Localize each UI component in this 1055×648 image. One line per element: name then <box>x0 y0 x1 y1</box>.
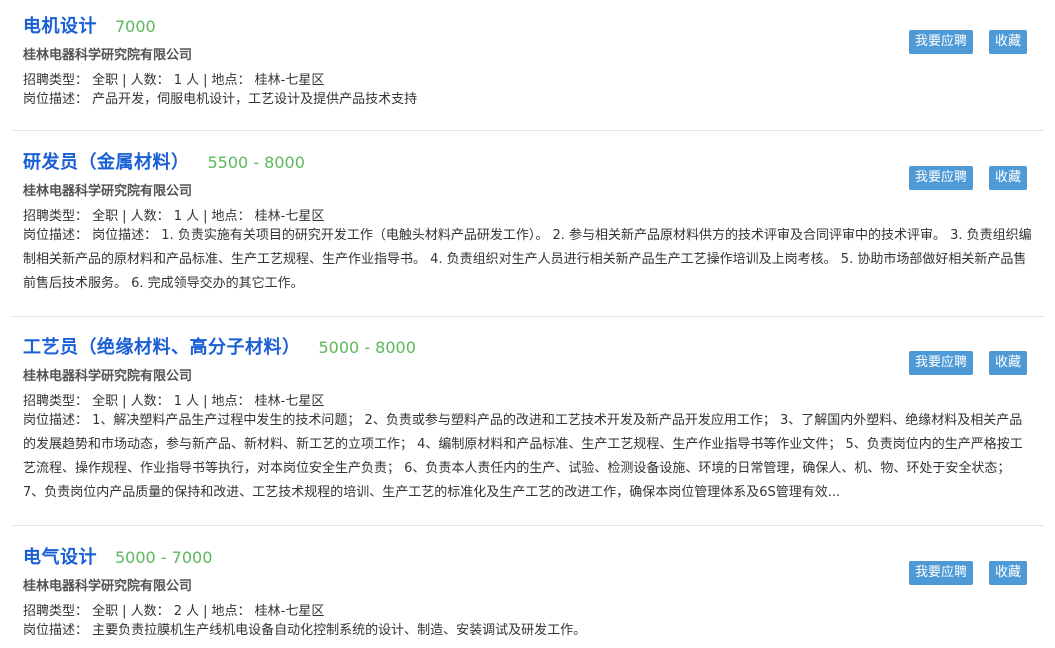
job-meta: 招聘类型： 全职 | 人数： 1 人 | 地点： 桂林-七星区 <box>23 205 324 224</box>
job-title-link[interactable]: 电气设计 <box>23 547 97 568</box>
job-location-label: 地点： <box>211 209 251 224</box>
meta-separator: | <box>122 394 127 409</box>
job-type-label: 招聘类型： <box>23 73 89 88</box>
job-divider <box>12 316 1043 317</box>
job-title-row: 研发员（金属材料） 5500 - 8000 <box>23 148 305 178</box>
job-desc-text: 1、解决塑料产品生产过程中发生的技术问题； 2、负责或参与塑料产品的改进和工艺技… <box>23 413 1023 500</box>
job-type-label: 招聘类型： <box>23 604 89 619</box>
job-item: 电机设计 7000 桂林电器科学研究院有限公司 招聘类型： 全职 | 人数： 1 人 |… <box>0 12 1055 130</box>
meta-separator: | <box>122 209 127 224</box>
job-desc-text: 岗位描述： 1. 负责实施有关项目的研究开发工作（电触头材料产品研发工作）。 2… <box>23 228 1032 291</box>
job-location-value: 桂林-七星区 <box>254 209 325 224</box>
job-meta: 招聘类型： 全职 | 人数： 2 人 | 地点： 桂林-七星区 <box>23 600 324 619</box>
apply-button[interactable]: 我要应聘 <box>909 30 974 54</box>
job-salary: 5500 - 8000 <box>207 153 305 172</box>
job-count-value: 1 人 <box>173 394 200 409</box>
job-type-label: 招聘类型： <box>23 394 89 409</box>
job-salary: 5000 - 7000 <box>115 548 213 567</box>
job-meta: 招聘类型： 全职 | 人数： 1 人 | 地点： 桂林-七星区 <box>23 69 324 88</box>
job-divider <box>12 130 1043 131</box>
apply-button[interactable]: 我要应聘 <box>909 166 974 190</box>
job-location-label: 地点： <box>211 73 251 88</box>
job-item: 电气设计 5000 - 7000 桂林电器科学研究院有限公司 招聘类型： 全职 | 人… <box>0 543 1055 648</box>
job-title-link[interactable]: 研发员（金属材料） <box>23 152 190 173</box>
job-salary: 7000 <box>115 17 156 36</box>
job-type-value: 全职 <box>92 394 119 409</box>
job-desc-label: 岗位描述： <box>23 413 89 428</box>
job-title-link[interactable]: 工艺员（绝缘材料、高分子材料） <box>23 337 301 358</box>
job-count-label: 人数： <box>130 73 170 88</box>
job-description: 岗位描述： 1、解决塑料产品生产过程中发生的技术问题； 2、负责或参与塑料产品的… <box>23 409 1033 505</box>
meta-separator: | <box>203 209 208 224</box>
job-company: 桂林电器科学研究院有限公司 <box>23 48 193 63</box>
meta-separator: | <box>203 604 208 619</box>
apply-button[interactable]: 我要应聘 <box>909 351 974 375</box>
job-type-label: 招聘类型： <box>23 209 89 224</box>
job-location-value: 桂林-七星区 <box>254 394 325 409</box>
favorite-button[interactable]: 收藏 <box>989 351 1028 375</box>
job-desc-text: 产品开发，伺服电机设计，工艺设计及提供产品技术支持 <box>92 92 418 107</box>
job-count-label: 人数： <box>130 604 170 619</box>
favorite-button[interactable]: 收藏 <box>989 30 1028 54</box>
job-location-label: 地点： <box>211 604 251 619</box>
meta-separator: | <box>203 73 208 88</box>
job-count-value: 2 人 <box>173 604 200 619</box>
meta-separator: | <box>122 73 127 88</box>
job-location-value: 桂林-七星区 <box>254 604 325 619</box>
job-title-link[interactable]: 电机设计 <box>23 16 97 37</box>
job-location-label: 地点： <box>211 394 251 409</box>
job-company: 桂林电器科学研究院有限公司 <box>23 369 193 384</box>
job-count-label: 人数： <box>130 394 170 409</box>
job-item: 研发员（金属材料） 5500 - 8000 桂林电器科学研究院有限公司 招聘类型：… <box>0 148 1055 316</box>
job-count-value: 1 人 <box>173 73 200 88</box>
job-meta: 招聘类型： 全职 | 人数： 1 人 | 地点： 桂林-七星区 <box>23 390 324 409</box>
job-list: 电机设计 7000 桂林电器科学研究院有限公司 招聘类型： 全职 | 人数： 1 人 |… <box>0 0 1055 648</box>
job-company: 桂林电器科学研究院有限公司 <box>23 579 193 594</box>
favorite-button[interactable]: 收藏 <box>989 561 1028 585</box>
job-type-value: 全职 <box>92 73 119 88</box>
job-title-row: 电气设计 5000 - 7000 <box>23 543 212 573</box>
meta-separator: | <box>122 604 127 619</box>
job-type-value: 全职 <box>92 604 119 619</box>
job-item: 工艺员（绝缘材料、高分子材料） 5000 - 8000 桂林电器科学研究院有限公司… <box>0 333 1055 525</box>
job-count-label: 人数： <box>130 209 170 224</box>
job-desc-label: 岗位描述： <box>23 623 89 638</box>
job-desc-text: 主要负责拉膜机生产线机电设备自动化控制系统的设计、制造、安装调试及研发工作。 <box>92 623 587 638</box>
job-location-value: 桂林-七星区 <box>254 73 325 88</box>
job-divider <box>12 525 1043 526</box>
job-description: 岗位描述： 主要负责拉膜机生产线机电设备自动化控制系统的设计、制造、安装调试及研… <box>23 619 1033 643</box>
job-desc-label: 岗位描述： <box>23 228 89 243</box>
job-salary: 5000 - 8000 <box>318 338 416 357</box>
favorite-button[interactable]: 收藏 <box>989 166 1028 190</box>
job-desc-label: 岗位描述： <box>23 92 89 107</box>
job-title-row: 工艺员（绝缘材料、高分子材料） 5000 - 8000 <box>23 333 416 363</box>
apply-button[interactable]: 我要应聘 <box>909 561 974 585</box>
job-type-value: 全职 <box>92 209 119 224</box>
job-title-row: 电机设计 7000 <box>23 12 156 42</box>
meta-separator: | <box>203 394 208 409</box>
job-count-value: 1 人 <box>173 209 200 224</box>
job-company: 桂林电器科学研究院有限公司 <box>23 184 193 199</box>
job-description: 岗位描述： 产品开发，伺服电机设计，工艺设计及提供产品技术支持 <box>23 88 1033 112</box>
job-description: 岗位描述： 岗位描述： 1. 负责实施有关项目的研究开发工作（电触头材料产品研发… <box>23 224 1033 296</box>
